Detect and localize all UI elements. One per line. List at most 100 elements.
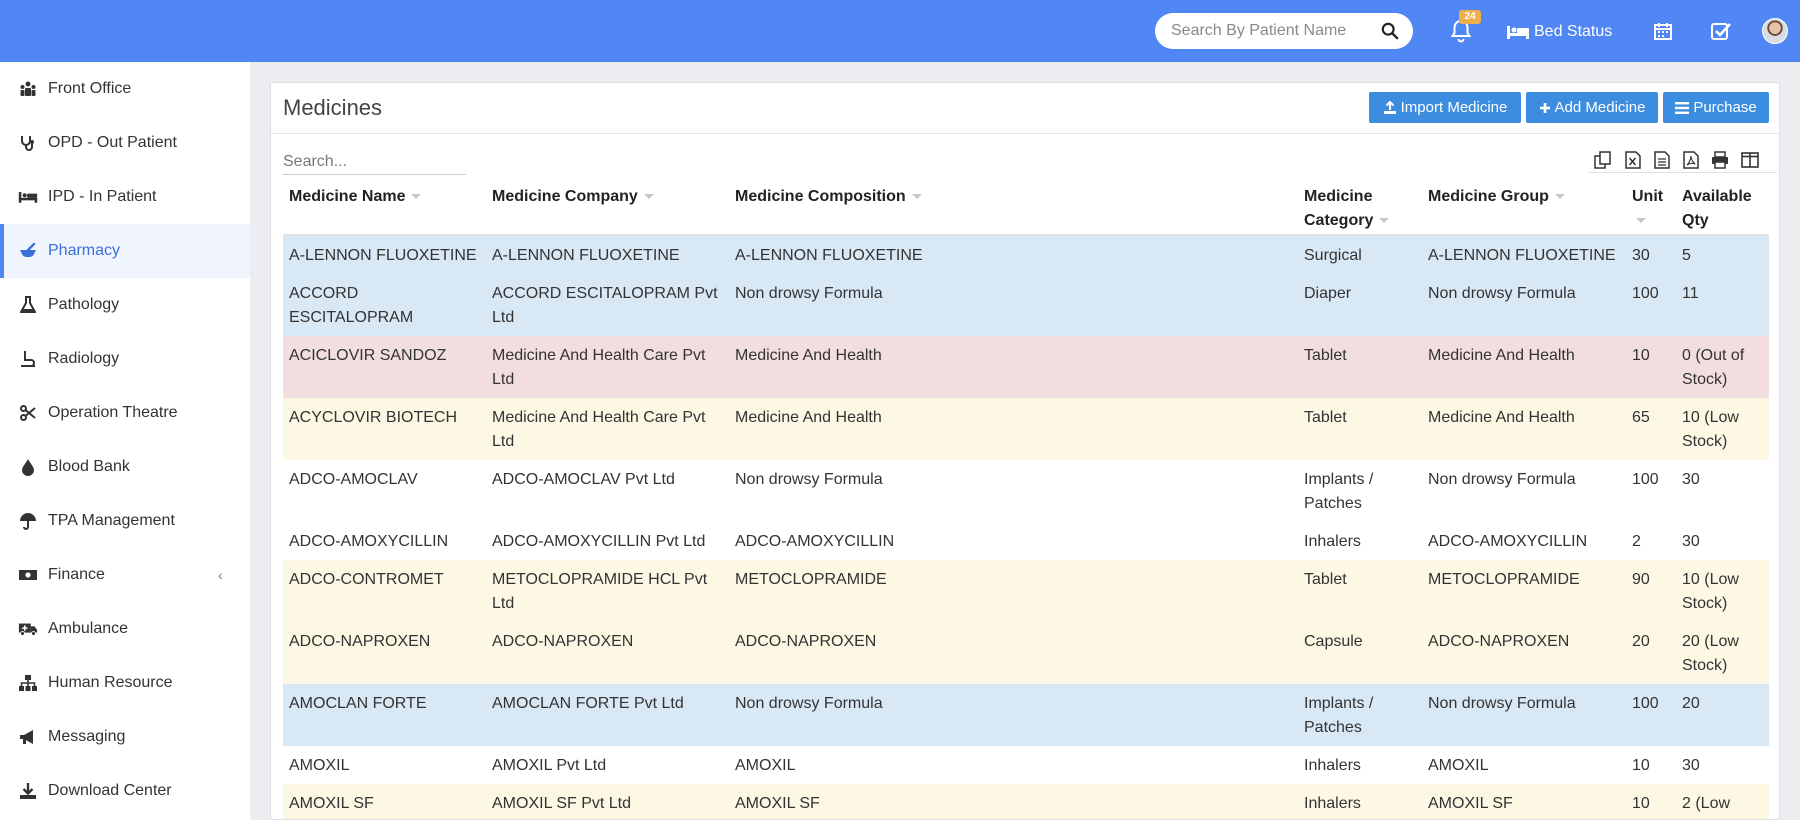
excel-icon[interactable] — [1623, 150, 1643, 170]
sidebar-item-label: OPD - Out Patient — [48, 134, 177, 151]
cell-company: AMOXIL Pvt Ltd — [486, 746, 729, 784]
export-toolbar — [1589, 143, 1777, 173]
bed-status-button[interactable]: Bed Status — [1506, 20, 1612, 44]
cell-unit: 2 — [1626, 522, 1676, 560]
cell-qty: 10 (Low Stock) — [1676, 398, 1769, 460]
patient-search-box[interactable] — [1155, 13, 1413, 49]
columns-icon[interactable] — [1740, 150, 1760, 170]
add-medicine-button[interactable]: Add Medicine — [1526, 92, 1658, 123]
sidebar-item-operation-theatre[interactable]: Operation Theatre — [0, 386, 250, 440]
table-row[interactable]: AMOXIL SF AMOXIL SF Pvt Ltd AMOXIL SF Inhal… — [283, 784, 1769, 819]
tasks-button[interactable] — [1710, 18, 1732, 44]
sidebar-item-tpa-management[interactable]: TPA Management — [0, 494, 250, 548]
table-row[interactable]: ADCO-CONTROMET METOCLOPRAMIDE HCL Pvt Ltd… — [283, 560, 1769, 622]
table-row[interactable]: A-LENNON FLUOXETINE A-LENNON FLUOXETINE A-… — [283, 235, 1769, 274]
table-row[interactable]: AMOCLAN FORTE AMOCLAN FORTE Pvt Ltd Non dr… — [283, 684, 1769, 746]
print-icon[interactable] — [1710, 150, 1730, 170]
cell-qty: 20 — [1676, 684, 1769, 746]
cell-unit: 65 — [1626, 398, 1676, 460]
sidebar-item-ipd[interactable]: IPD - In Patient — [0, 170, 250, 224]
table-row[interactable]: ADCO-AMOXYCILLIN ADCO-AMOXYCILLIN Pvt Ltd… — [283, 522, 1769, 560]
column-header-unit[interactable]: Unit — [1626, 185, 1676, 236]
column-label: Qty — [1682, 212, 1709, 229]
sidebar-item-pathology[interactable]: Pathology — [0, 278, 250, 332]
sidebar-item-ambulance[interactable]: Ambulance — [0, 602, 250, 656]
front-office-icon — [18, 79, 38, 99]
purchase-button[interactable]: Purchase — [1663, 92, 1769, 123]
cell-category: Inhalers — [1298, 784, 1422, 819]
download-icon — [18, 781, 38, 801]
copy-icon[interactable] — [1593, 150, 1613, 170]
flask-icon — [18, 295, 38, 315]
cell-composition: A-LENNON FLUOXETINE — [729, 235, 1298, 274]
sidebar-item-blood-bank[interactable]: Blood Bank — [0, 440, 250, 494]
column-header-name[interactable]: Medicine Name — [283, 185, 486, 236]
cell-company: ACCORD ESCITALOPRAM Pvt Ltd — [486, 274, 729, 336]
sidebar-item-human-resource[interactable]: Human Resource — [0, 656, 250, 710]
table-search-input[interactable] — [283, 149, 466, 175]
import-medicine-button[interactable]: Import Medicine — [1369, 92, 1521, 123]
sidebar-item-pharmacy[interactable]: Pharmacy — [0, 224, 250, 278]
cell-name: AMOXIL — [283, 746, 486, 784]
sidebar-item-finance[interactable]: Finance ‹ — [0, 548, 250, 602]
cell-qty: 5 — [1676, 235, 1769, 274]
cell-category: Tablet — [1298, 336, 1422, 398]
check-square-icon — [1711, 23, 1731, 40]
cell-group: AMOXIL — [1422, 746, 1626, 784]
cell-company: AMOXIL SF Pvt Ltd — [486, 784, 729, 819]
cell-category: Implants / Patches — [1298, 460, 1422, 522]
sidebar-item-radiology[interactable]: Radiology — [0, 332, 250, 386]
column-label: Available — [1682, 188, 1752, 205]
sidebar-item-label: Finance — [48, 566, 105, 583]
cell-unit: 20 — [1626, 622, 1676, 684]
cell-category: Tablet — [1298, 398, 1422, 460]
sidebar-item-download-center[interactable]: Download Center — [0, 764, 250, 818]
column-header-group[interactable]: Medicine Group — [1422, 185, 1626, 236]
sidebar-item-label: Ambulance — [48, 620, 129, 637]
cell-unit: 100 — [1626, 274, 1676, 336]
patient-search-input[interactable] — [1171, 21, 1371, 41]
column-label: Category — [1304, 212, 1374, 229]
sort-icon — [1379, 218, 1390, 224]
column-header-composition[interactable]: Medicine Composition — [729, 185, 1298, 236]
cell-group: Medicine And Health — [1422, 398, 1626, 460]
cell-company: ADCO-AMOXYCILLIN Pvt Ltd — [486, 522, 729, 560]
table-row[interactable]: ACYCLOVIR BIOTECH Medicine And Health Car… — [283, 398, 1769, 460]
table-header-row: Medicine Name Medicine Company Medicine … — [283, 185, 1769, 236]
sidebar-item-label: Blood Bank — [48, 458, 130, 475]
column-header-available-qty[interactable]: Available Qty — [1676, 185, 1769, 236]
cell-composition: ADCO-NAPROXEN — [729, 622, 1298, 684]
search-icon[interactable] — [1381, 22, 1399, 40]
cell-group: ADCO-NAPROXEN — [1422, 622, 1626, 684]
add-medicine-label: Add Medicine — [1554, 99, 1646, 116]
cell-unit: 10 — [1626, 336, 1676, 398]
medicines-table: Medicine Name Medicine Company Medicine … — [283, 185, 1769, 819]
bed-icon — [18, 187, 38, 207]
top-navbar: 24 Bed Status — [0, 0, 1800, 62]
sidebar-item-opd[interactable]: OPD - Out Patient — [0, 116, 250, 170]
cell-company: Medicine And Health Care Pvt Ltd — [486, 398, 729, 460]
table-row[interactable]: ACCORD ESCITALOPRAM ACCORD ESCITALOPRAM P… — [283, 274, 1769, 336]
table-row[interactable]: ACICLOVIR SANDOZ Medicine And Health Care… — [283, 336, 1769, 398]
pdf-icon[interactable] — [1681, 150, 1701, 170]
cell-name: ACCORD ESCITALOPRAM — [283, 274, 486, 336]
bed-status-label: Bed Status — [1534, 23, 1613, 40]
table-row[interactable]: AMOXIL AMOXIL Pvt Ltd AMOXIL Inhalers AMOXIL… — [283, 746, 1769, 784]
sort-icon — [1554, 194, 1565, 200]
cell-company: ADCO-NAPROXEN — [486, 622, 729, 684]
mortar-pestle-icon — [18, 241, 38, 261]
table-row[interactable]: ADCO-NAPROXEN ADCO-NAPROXEN ADCO-NAPROXEN C… — [283, 622, 1769, 684]
table-row[interactable]: ADCO-AMOCLAV ADCO-AMOCLAV Pvt Ltd Non drow… — [283, 460, 1769, 522]
column-header-category[interactable]: Medicine Category — [1298, 185, 1422, 236]
csv-icon[interactable] — [1652, 150, 1672, 170]
sidebar-item-messaging[interactable]: Messaging — [0, 710, 250, 764]
user-avatar[interactable] — [1762, 18, 1788, 44]
upload-icon — [1383, 100, 1396, 114]
stethoscope-icon — [18, 133, 38, 153]
sort-icon — [1636, 218, 1646, 224]
sidebar-item-front-office[interactable]: Front Office — [0, 62, 250, 116]
column-header-company[interactable]: Medicine Company — [486, 185, 729, 236]
cell-name: ACICLOVIR SANDOZ — [283, 336, 486, 398]
cell-category: Surgical — [1298, 235, 1422, 274]
calendar-button[interactable] — [1653, 18, 1673, 44]
